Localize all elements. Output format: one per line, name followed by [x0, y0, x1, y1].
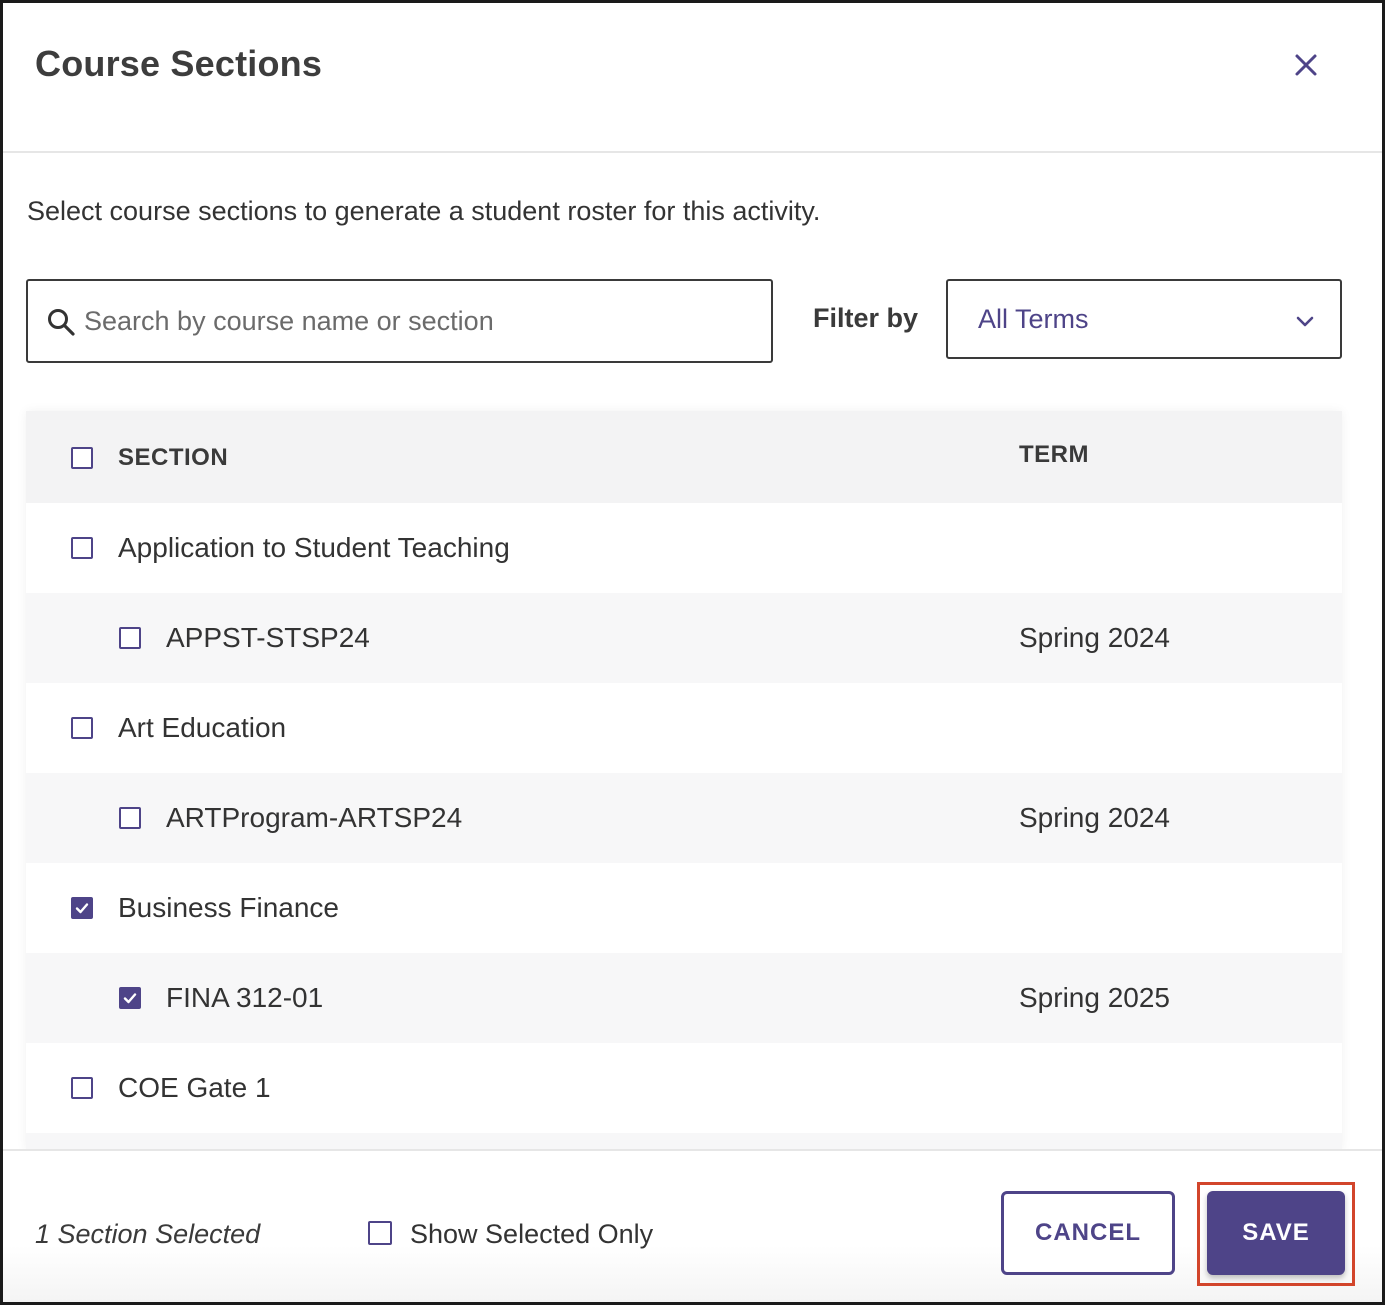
- cancel-button[interactable]: CANCEL: [1001, 1191, 1175, 1275]
- section-checkbox[interactable]: [119, 987, 141, 1009]
- section-checkbox[interactable]: [119, 627, 141, 649]
- course-row[interactable]: Application to Student Teaching: [26, 503, 1342, 593]
- course-name: Business Finance: [118, 892, 340, 923]
- close-button[interactable]: [1286, 45, 1326, 85]
- close-icon: [1295, 54, 1317, 76]
- filter-label: Filter by: [813, 303, 919, 333]
- dialog-header: Course Sections: [3, 3, 1382, 153]
- course-name: Application to Student Teaching: [118, 532, 510, 563]
- section-name: FINA 312-01: [166, 982, 324, 1013]
- section-row[interactable]: ARTProgram-ARTSP24 Spring 2024: [26, 773, 1342, 863]
- save-button[interactable]: SAVE: [1207, 1191, 1345, 1275]
- section-checkbox[interactable]: [119, 807, 141, 829]
- course-row[interactable]: Art Education: [26, 683, 1342, 773]
- intro-text: Select course sections to generate a stu…: [27, 196, 821, 226]
- term-filter-select[interactable]: All Terms: [946, 279, 1342, 359]
- search-input[interactable]: [84, 283, 754, 359]
- section-term: Spring 2024: [1019, 622, 1171, 653]
- section-row[interactable]: APPST-STSP24 Spring 2024: [26, 593, 1342, 683]
- course-name: COE Gate 1: [118, 1072, 271, 1103]
- search-box[interactable]: [26, 279, 773, 363]
- checkmark-icon: [75, 903, 89, 914]
- chevron-down-icon: [1296, 316, 1314, 327]
- course-row[interactable]: Business Finance: [26, 863, 1342, 953]
- term-column-header: TERM: [1019, 441, 1089, 468]
- show-selected-only-checkbox[interactable]: [368, 1221, 392, 1245]
- sections-table: SECTION TERM Application to Student Teac…: [26, 411, 1342, 1151]
- select-all-checkbox[interactable]: [71, 447, 93, 469]
- dialog-title: Course Sections: [35, 43, 323, 84]
- section-name: APPST-STSP24: [166, 622, 370, 653]
- section-name: ARTProgram-ARTSP24: [166, 802, 463, 833]
- table-header: SECTION TERM: [26, 411, 1342, 503]
- course-checkbox[interactable]: [71, 537, 93, 559]
- course-name: Art Education: [118, 712, 287, 743]
- dialog-footer: 1 Section Selected Show Selected Only CA…: [3, 1149, 1382, 1302]
- course-sections-dialog: Course Sections Select course sections t…: [0, 0, 1385, 1305]
- term-filter-value: All Terms: [978, 304, 1089, 334]
- course-checkbox[interactable]: [71, 897, 93, 919]
- course-checkbox[interactable]: [71, 1077, 93, 1099]
- course-checkbox[interactable]: [71, 717, 93, 739]
- checkmark-icon: [123, 993, 137, 1004]
- section-term: Spring 2024: [1019, 802, 1171, 833]
- section-column-header: SECTION: [118, 444, 229, 471]
- section-term: Spring 2025: [1019, 982, 1171, 1013]
- show-selected-only-label: Show Selected Only: [410, 1219, 654, 1249]
- search-icon: [48, 309, 75, 336]
- selected-count: 1 Section Selected: [35, 1219, 261, 1249]
- course-row[interactable]: COE Gate 1: [26, 1043, 1342, 1133]
- section-row[interactable]: FINA 312-01 Spring 2025: [26, 953, 1342, 1043]
